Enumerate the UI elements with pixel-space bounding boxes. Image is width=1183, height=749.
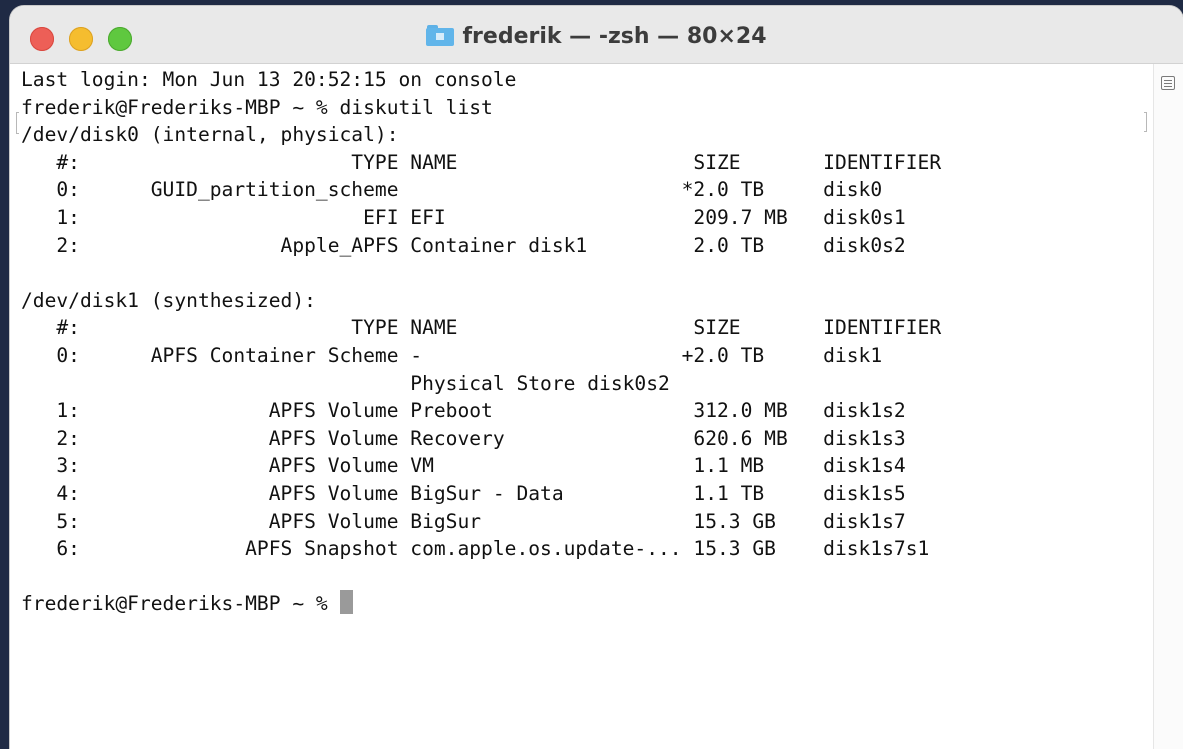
prompt-text: frederik@Frederiks-MBP ~ % (21, 592, 340, 616)
terminal-line: Last login: Mon Jun 13 20:52:15 on conso… (21, 68, 517, 91)
terminal-line: #: TYPE NAME SIZE IDENTIFIER (21, 316, 942, 340)
home-folder-icon (426, 25, 455, 46)
terminal-line: 3: APFS Volume VM 1.1 MB disk1s4 (21, 454, 906, 478)
terminal-line: 1: EFI EFI 209.7 MB disk0s1 (21, 205, 906, 229)
terminal-prompt-line[interactable]: frederik@Frederiks-MBP ~ % (21, 590, 941, 618)
mark-bracket-right (1144, 112, 1147, 132)
terminal-line: 5: APFS Volume BigSur 15.3 GB disk1s7 (21, 509, 906, 533)
terminal-line: Physical Store disk0s2 (21, 371, 670, 395)
mark-bracket-left (16, 112, 19, 134)
terminal-line: 2: Apple_APFS Container disk1 2.0 TB dis… (21, 233, 906, 257)
split-pane-icon[interactable] (1161, 76, 1175, 90)
title-bar[interactable]: frederik — -zsh — 80×24 (10, 6, 1183, 64)
terminal-window: frederik — -zsh — 80×24 Last login: Mon … (10, 6, 1183, 749)
terminal-line: 4: APFS Volume BigSur - Data 1.1 TB disk… (21, 481, 906, 505)
terminal-line: /dev/disk0 (internal, physical): (21, 123, 399, 147)
terminal-line: 0: APFS Container Scheme - +2.0 TB disk1 (21, 343, 883, 367)
terminal-output[interactable]: Last login: Mon Jun 13 20:52:15 on conso… (21, 66, 941, 618)
text-cursor (339, 590, 353, 615)
window-title-text: frederik — -zsh — 80×24 (462, 24, 767, 49)
terminal-line: 2: APFS Volume Recovery 620.6 MB disk1s3 (21, 426, 906, 450)
window-title: frederik — -zsh — 80×24 (10, 24, 1183, 49)
terminal-line: 0: GUID_partition_scheme *2.0 TB disk0 (21, 178, 883, 202)
terminal-line: #: TYPE NAME SIZE IDENTIFIER (21, 150, 942, 174)
terminal-line: frederik@Frederiks-MBP ~ % diskutil list (21, 95, 493, 119)
scrollbar[interactable] (1153, 64, 1183, 749)
terminal-line: 6: APFS Snapshot com.apple.os.update-...… (21, 537, 930, 561)
terminal-line: 1: APFS Volume Preboot 312.0 MB disk1s2 (21, 399, 906, 423)
terminal-line: /dev/disk1 (synthesized): (21, 288, 316, 312)
